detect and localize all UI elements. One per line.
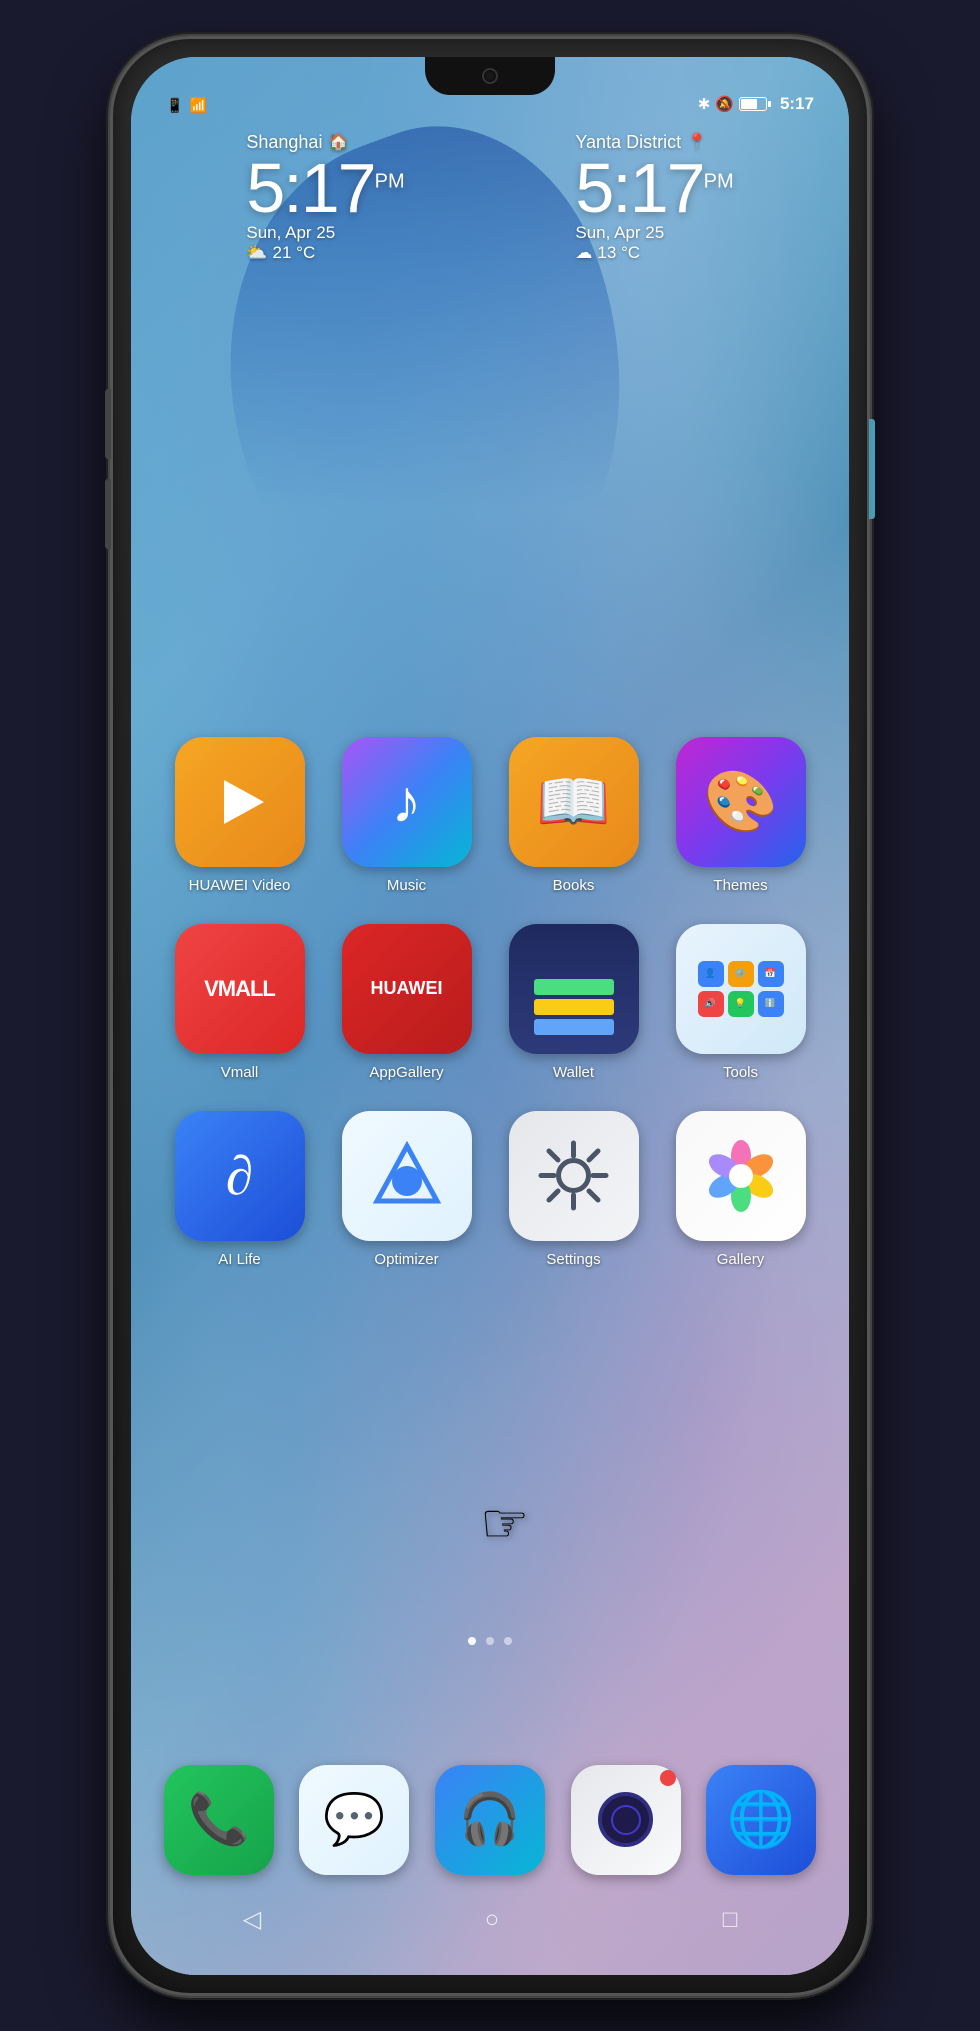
- huawei-video-icon[interactable]: [175, 737, 305, 867]
- clock-date-left: Sun, Apr 25: [246, 223, 335, 243]
- clock-weather-right: ☁ 13 °C: [575, 243, 640, 263]
- gallery-icon[interactable]: [676, 1111, 806, 1241]
- dock-messages[interactable]: 💬: [299, 1765, 409, 1875]
- dock-assistant[interactable]: 🎧: [435, 1765, 545, 1875]
- recent-button[interactable]: □: [723, 1906, 738, 1934]
- vmall-label: Vmall: [221, 1064, 259, 1081]
- gallery-label: Gallery: [717, 1251, 765, 1268]
- browser-app-icon[interactable]: 🌐: [706, 1765, 816, 1875]
- dock-camera[interactable]: [571, 1765, 681, 1875]
- app-ailife[interactable]: ∂ AI Life: [161, 1111, 318, 1268]
- app-tools[interactable]: 👤 ⚙️ 📅 🔊 💡 ℹ️ Tools: [662, 924, 819, 1081]
- ailife-label: AI Life: [218, 1251, 261, 1268]
- clock-time-right: 5:17PM: [575, 153, 733, 223]
- dock-browser[interactable]: 🌐: [706, 1765, 816, 1875]
- tools-label: Tools: [723, 1064, 758, 1081]
- themes-label: Themes: [713, 877, 767, 894]
- app-huawei-video[interactable]: HUAWEI Video: [161, 737, 318, 894]
- dock: 📞 💬 🎧: [151, 1765, 829, 1875]
- wallet-icon[interactable]: [509, 924, 639, 1054]
- huawei-video-label: HUAWEI Video: [189, 877, 291, 894]
- back-button[interactable]: ◁: [243, 1905, 261, 1934]
- clock-area: Shanghai 🏠 5:17PM Sun, Apr 25 ⛅ 21 °C Ya…: [131, 132, 849, 263]
- phone-app-icon[interactable]: 📞: [164, 1765, 274, 1875]
- clock-widget-right: Yanta District 📍 5:17PM Sun, Apr 25 ☁ 13…: [575, 132, 733, 263]
- vmall-icon[interactable]: VMALL: [175, 924, 305, 1054]
- dock-phone[interactable]: 📞: [164, 1765, 274, 1875]
- app-appgallery[interactable]: HUAWEI AppGallery: [328, 924, 485, 1081]
- settings-label: Settings: [546, 1251, 600, 1268]
- tools-icon[interactable]: 👤 ⚙️ 📅 🔊 💡 ℹ️: [676, 924, 806, 1054]
- optimizer-label: Optimizer: [374, 1251, 438, 1268]
- clock-widget-left: Shanghai 🏠 5:17PM Sun, Apr 25 ⛅ 21 °C: [246, 132, 404, 263]
- page-dot-2: [486, 1637, 494, 1645]
- app-vmall[interactable]: VMALL Vmall: [161, 924, 318, 1081]
- app-gallery[interactable]: Gallery: [662, 1111, 819, 1268]
- clock-time-left: 5:17PM: [246, 153, 404, 223]
- wifi-icon: 📶: [189, 97, 206, 114]
- phone-device: 📱 📶 ✱ 🔕 5:17 Shanghai 🏠: [110, 36, 870, 1996]
- music-icon[interactable]: ♪: [342, 737, 472, 867]
- ailife-icon[interactable]: ∂: [175, 1111, 305, 1241]
- app-wallet[interactable]: Wallet: [495, 924, 652, 1081]
- music-label: Music: [387, 877, 426, 894]
- notification-icon: 🔕: [715, 95, 734, 113]
- app-grid: HUAWEI Video ♪ Music 📖 Books 🎨: [131, 737, 849, 1268]
- phone-screen: 📱 📶 ✱ 🔕 5:17 Shanghai 🏠: [131, 57, 849, 1975]
- appgallery-icon[interactable]: HUAWEI: [342, 924, 472, 1054]
- page-dot-3: [504, 1637, 512, 1645]
- books-label: Books: [553, 877, 595, 894]
- settings-icon[interactable]: [509, 1111, 639, 1241]
- app-themes[interactable]: 🎨 Themes: [662, 737, 819, 894]
- status-bar-left: 📱 📶: [166, 97, 207, 114]
- themes-icon[interactable]: 🎨: [676, 737, 806, 867]
- app-music[interactable]: ♪ Music: [328, 737, 485, 894]
- power-button[interactable]: [869, 419, 875, 519]
- messages-app-icon[interactable]: 💬: [299, 1765, 409, 1875]
- navigation-bar: ◁ ○ □: [131, 1885, 849, 1955]
- camera-notification-dot: [660, 1770, 676, 1786]
- page-indicators: [468, 1637, 512, 1645]
- bluetooth-icon: ✱: [698, 95, 711, 113]
- appgallery-label: AppGallery: [369, 1064, 443, 1081]
- app-books[interactable]: 📖 Books: [495, 737, 652, 894]
- notch: [425, 57, 555, 95]
- optimizer-icon[interactable]: [342, 1111, 472, 1241]
- books-icon[interactable]: 📖: [509, 737, 639, 867]
- front-camera: [482, 68, 498, 84]
- volume-up-button[interactable]: [105, 389, 111, 459]
- hand-cursor-indicator: ☞: [480, 1491, 529, 1555]
- status-bar-right: ✱ 🔕 5:17: [698, 94, 814, 114]
- assistant-app-icon[interactable]: 🎧: [435, 1765, 545, 1875]
- clock-date-right: Sun, Apr 25: [575, 223, 664, 243]
- battery-indicator: [739, 97, 771, 111]
- app-optimizer[interactable]: Optimizer: [328, 1111, 485, 1268]
- sim-icon: 📱: [166, 97, 183, 114]
- home-button[interactable]: ○: [485, 1906, 500, 1934]
- clock-weather-left: ⛅ 21 °C: [246, 243, 315, 263]
- app-settings[interactable]: Settings: [495, 1111, 652, 1268]
- wallet-label: Wallet: [553, 1064, 594, 1081]
- status-time: 5:17: [780, 94, 814, 114]
- page-dot-1: [468, 1637, 476, 1645]
- volume-down-button[interactable]: [105, 479, 111, 549]
